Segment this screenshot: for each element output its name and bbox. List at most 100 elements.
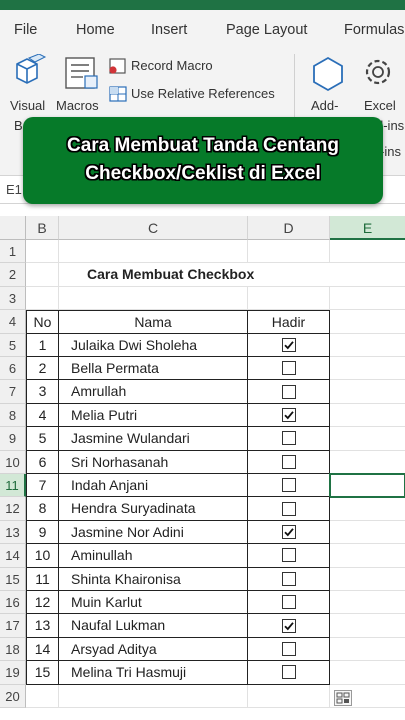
cell-nama[interactable]: Muin Karlut <box>59 591 248 615</box>
cell-nama[interactable]: Aminullah <box>59 544 248 568</box>
cell[interactable] <box>330 591 405 615</box>
cell-nama[interactable]: Melina Tri Hasmuji <box>59 661 248 685</box>
cell[interactable] <box>26 240 59 264</box>
row-header[interactable]: 6 <box>0 357 26 381</box>
row-header[interactable]: 12 <box>0 497 26 521</box>
cell-nama[interactable]: Hendra Suryadinata <box>59 497 248 521</box>
cell[interactable] <box>330 544 405 568</box>
column-header-c[interactable]: C <box>59 216 248 240</box>
tab-page-layout[interactable]: Page Layout <box>226 22 307 38</box>
attendance-checkbox[interactable] <box>281 501 296 516</box>
attendance-checkbox[interactable] <box>281 478 296 493</box>
cell[interactable] <box>330 521 405 545</box>
cell-nama[interactable]: Bella Permata <box>59 357 248 381</box>
attendance-checkbox[interactable] <box>281 408 296 423</box>
cell-nama[interactable]: Julaika Dwi Sholeha <box>59 333 248 357</box>
cell-nama[interactable]: Jasmine Wulandari <box>59 427 248 451</box>
column-header-e[interactable]: E <box>330 216 405 240</box>
cell-no[interactable]: 10 <box>26 544 59 568</box>
tab-insert[interactable]: Insert <box>151 22 187 38</box>
cell-nama[interactable]: Jasmine Nor Adini <box>59 520 248 545</box>
selected-cell-e11[interactable] <box>329 473 405 498</box>
table-header-nama[interactable]: Nama <box>59 310 248 334</box>
cell-no[interactable]: 13 <box>26 614 59 638</box>
row-header[interactable]: 18 <box>0 637 26 662</box>
quick-analysis-icon[interactable] <box>334 690 352 706</box>
attendance-checkbox[interactable] <box>281 431 296 446</box>
cell-no[interactable]: 7 <box>26 474 59 498</box>
tab-home[interactable]: Home <box>76 22 115 38</box>
row-header[interactable]: 4 <box>0 310 26 334</box>
cell-no[interactable]: 4 <box>26 403 59 428</box>
cell-no[interactable]: 1 <box>26 333 59 357</box>
cell[interactable] <box>330 427 405 451</box>
attendance-checkbox[interactable] <box>281 548 296 563</box>
row-header[interactable]: 13 <box>0 520 26 545</box>
cell-no[interactable]: 11 <box>26 567 59 591</box>
cell[interactable] <box>330 497 405 521</box>
cell-no[interactable]: 3 <box>26 380 59 404</box>
cell-nama[interactable]: Sri Norhasanah <box>59 450 248 474</box>
cell[interactable] <box>248 240 330 264</box>
name-box[interactable]: E1 <box>6 182 22 197</box>
cell-no[interactable]: 9 <box>26 520 59 545</box>
column-header-b[interactable]: B <box>26 216 59 240</box>
cell[interactable] <box>330 638 405 662</box>
row-header[interactable]: 14 <box>0 544 26 568</box>
row-header[interactable]: 2 <box>0 263 26 287</box>
tab-file[interactable]: File <box>14 22 37 38</box>
cell[interactable] <box>59 240 248 264</box>
attendance-checkbox[interactable] <box>281 384 296 399</box>
attendance-checkbox[interactable] <box>281 337 296 352</box>
cell[interactable] <box>330 263 405 287</box>
cell[interactable] <box>330 568 405 591</box>
cell-nama[interactable]: Amrullah <box>59 380 248 404</box>
cell-nama[interactable]: Melia Putri <box>59 403 248 428</box>
cell[interactable] <box>59 684 248 708</box>
cell[interactable] <box>26 286 59 311</box>
row-header[interactable]: 16 <box>0 591 26 615</box>
cell-no[interactable]: 14 <box>26 637 59 662</box>
attendance-checkbox[interactable] <box>281 618 296 633</box>
record-macro-button[interactable]: Record Macro <box>108 56 288 78</box>
cell[interactable] <box>330 357 405 381</box>
cell[interactable] <box>330 451 405 474</box>
row-header[interactable]: 20 <box>0 684 26 708</box>
row-header[interactable]: 19 <box>0 661 26 685</box>
cell-no[interactable]: 15 <box>26 661 59 685</box>
cell-no[interactable]: 12 <box>26 591 59 615</box>
attendance-checkbox[interactable] <box>281 595 296 610</box>
row-header[interactable]: 11 <box>0 474 26 498</box>
cell[interactable] <box>330 380 405 404</box>
cell-no[interactable]: 2 <box>26 357 59 381</box>
row-header[interactable]: 8 <box>0 403 26 428</box>
cell-nama[interactable]: Arsyad Aditya <box>59 637 248 662</box>
cell[interactable] <box>248 286 330 311</box>
cell[interactable] <box>26 684 59 708</box>
cell-nama[interactable]: Shinta Khaironisa <box>59 567 248 591</box>
cell[interactable] <box>26 263 59 287</box>
attendance-checkbox[interactable] <box>281 642 296 657</box>
cell-nama[interactable]: Naufal Lukman <box>59 614 248 638</box>
table-header-hadir[interactable]: Hadir <box>248 310 330 334</box>
attendance-checkbox[interactable] <box>281 525 296 540</box>
attendance-checkbox[interactable] <box>281 665 296 680</box>
cell-no[interactable]: 6 <box>26 450 59 474</box>
sheet-title[interactable]: Cara Membuat Checkbox <box>59 263 330 287</box>
cell[interactable] <box>330 404 405 428</box>
column-header-d[interactable]: D <box>248 216 330 240</box>
attendance-checkbox[interactable] <box>281 361 296 376</box>
cell[interactable] <box>248 684 330 708</box>
row-header[interactable]: 3 <box>0 286 26 311</box>
select-all-corner[interactable] <box>0 216 26 240</box>
row-header[interactable]: 1 <box>0 240 26 264</box>
cell[interactable] <box>59 286 248 311</box>
row-header[interactable]: 7 <box>0 380 26 404</box>
cell[interactable] <box>330 310 405 334</box>
attendance-checkbox[interactable] <box>281 454 296 469</box>
row-header[interactable]: 10 <box>0 450 26 474</box>
row-header[interactable]: 9 <box>0 427 26 451</box>
cell[interactable] <box>330 240 405 264</box>
row-header[interactable]: 15 <box>0 567 26 591</box>
cell-no[interactable]: 8 <box>26 497 59 521</box>
